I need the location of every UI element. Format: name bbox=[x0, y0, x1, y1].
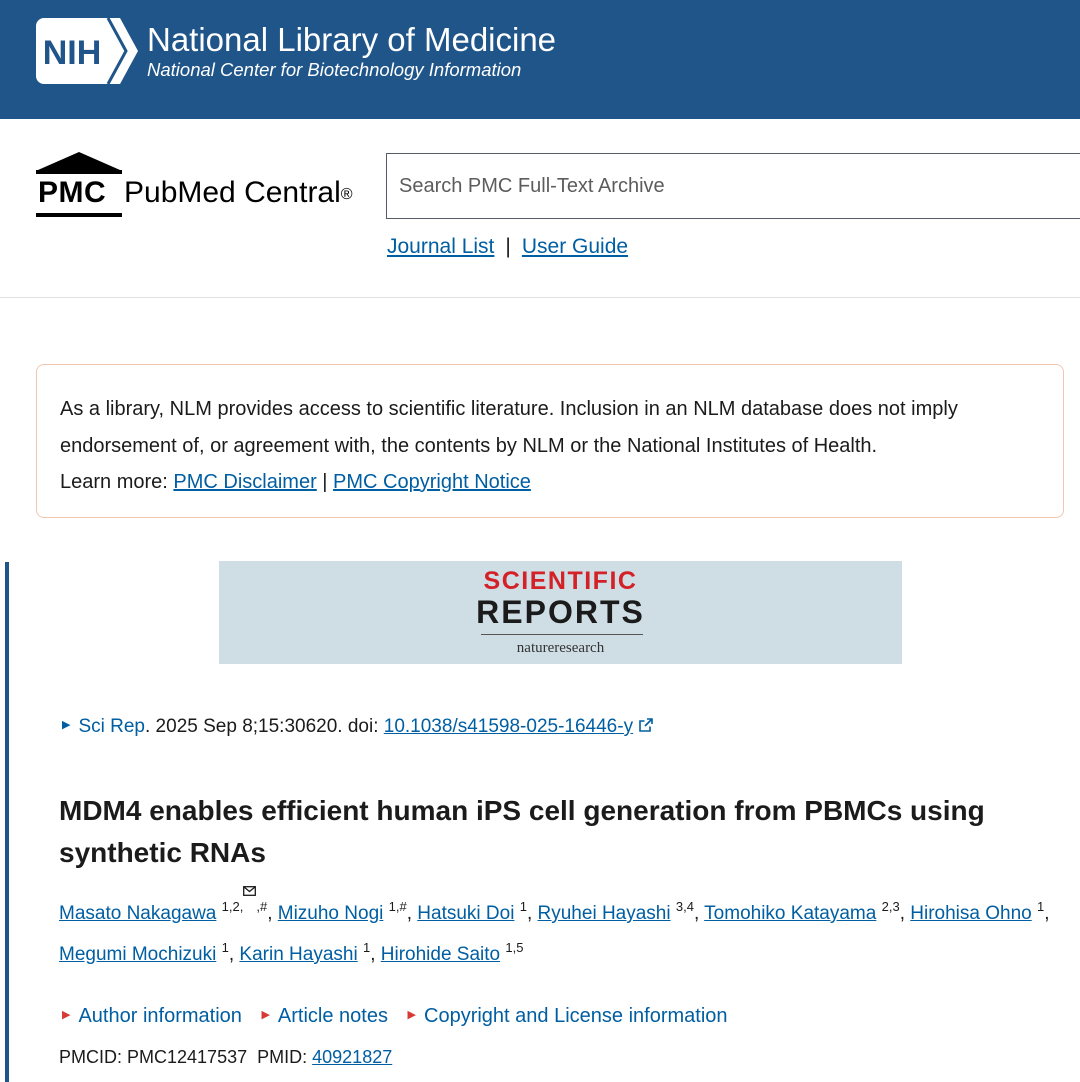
affiliation-numbers: 1,# bbox=[388, 898, 407, 914]
author-link[interactable]: Karin Hayashi bbox=[239, 944, 357, 965]
pmc-copyright-link[interactable]: PMC Copyright Notice bbox=[333, 471, 531, 493]
author-link[interactable]: Tomohiko Katayama bbox=[704, 903, 876, 924]
citation: ▶ Sci Rep. 2025 Sep 8;15:30620. doi: 10.1… bbox=[62, 714, 653, 740]
author-affiliation-sup: 2,3 bbox=[882, 899, 900, 914]
author-affiliation-sup: 1,5 bbox=[505, 940, 523, 955]
copyright-triangle-icon: ▶ bbox=[407, 1008, 417, 1021]
disclaimer-box: As a library, NLM provides access to sci… bbox=[36, 364, 1064, 518]
article-ids: PMCID: PMC12417537 PMID: 40921827 bbox=[59, 1045, 392, 1069]
author-separator: , bbox=[526, 903, 538, 924]
copyright-license-toggle[interactable]: Copyright and License information bbox=[424, 1005, 728, 1027]
nih-logo-text: NIH bbox=[43, 34, 102, 72]
article-title: MDM4 enables efficient human iPS cell ge… bbox=[59, 795, 985, 868]
author-affiliation-sup: 1,# bbox=[389, 899, 407, 914]
author-link[interactable]: Mizuho Nogi bbox=[278, 903, 384, 924]
author-link[interactable]: Megumi Mochizuki bbox=[59, 944, 216, 965]
author-separator: , bbox=[370, 944, 381, 965]
disclaimer-learn-more: Learn more: PMC Disclaimer | PMC Copyrig… bbox=[60, 464, 1063, 501]
affiliation-numbers: 1,5 bbox=[505, 939, 524, 955]
affiliation-numbers: 1,2, bbox=[221, 898, 244, 914]
pmcid-value: PMC12417537 bbox=[127, 1047, 248, 1067]
registered-mark: ® bbox=[340, 186, 353, 203]
article-accent-bar bbox=[5, 562, 9, 1082]
journal-banner-line1: SCIENTIFIC bbox=[483, 567, 638, 595]
article-notes-toggle[interactable]: Article notes bbox=[278, 1005, 388, 1027]
pmc-name-text: PubMed Central bbox=[124, 176, 341, 209]
journal-banner-publisher: natureresearch bbox=[516, 640, 605, 656]
author-affiliation-sup: 3,4 bbox=[676, 899, 694, 914]
author-separator: , bbox=[1044, 903, 1050, 924]
affiliation-numbers: 1 bbox=[519, 898, 527, 914]
nih-logo: NIH bbox=[36, 18, 138, 84]
journal-banner-line2: REPORTS bbox=[476, 594, 645, 630]
learn-more-separator: | bbox=[316, 471, 334, 493]
header-links-separator: | bbox=[505, 235, 511, 258]
author-affiliation-sup: 1 bbox=[520, 899, 527, 914]
affiliation-numbers: 2,3 bbox=[881, 898, 900, 914]
author-list: Masato Nakagawa 1,2, ,#, Mizuho Nogi 1,#,… bbox=[59, 885, 1059, 975]
affiliation-numbers: 1 bbox=[221, 939, 229, 955]
pmc-abbr: PMC bbox=[38, 176, 107, 209]
nih-banner: NIH National Library of Medicine Nationa… bbox=[0, 0, 1080, 119]
author-link[interactable]: Hirohisa Ohno bbox=[910, 903, 1031, 924]
author-separator: , bbox=[267, 903, 278, 924]
author-link[interactable]: Ryuhei Hayashi bbox=[538, 903, 671, 924]
author-separator: , bbox=[693, 903, 705, 924]
affiliation-marker: ,# bbox=[256, 898, 268, 914]
citation-details: . 2025 Sep 8;15:30620. doi: bbox=[145, 716, 384, 738]
author-separator: , bbox=[406, 903, 418, 924]
disclaimer-line-2: endorsement of, or agreement with, the c… bbox=[60, 434, 878, 457]
journal-banner-divider bbox=[481, 634, 643, 635]
author-link[interactable]: Hatsuki Doi bbox=[417, 903, 514, 924]
pmcid-label: PMCID: bbox=[59, 1047, 128, 1067]
nih-subtitle: National Center for Biotechnology Inform… bbox=[147, 59, 522, 80]
journal-name-button[interactable]: Sci Rep bbox=[78, 716, 145, 737]
author-affiliation-sup: 1 bbox=[222, 940, 229, 955]
learn-more-label: Learn more: bbox=[60, 471, 174, 493]
pmid-label: PMID: bbox=[257, 1047, 313, 1067]
search-box bbox=[386, 153, 1080, 219]
author-info-triangle-icon: ▶ bbox=[62, 1008, 71, 1021]
external-link-icon[interactable] bbox=[639, 718, 653, 732]
disclaimer-line-1: As a library, NLM provides access to sci… bbox=[60, 398, 958, 420]
header-links: Journal List | User Guide bbox=[387, 233, 628, 261]
doi-link[interactable]: 10.1038/s41598-025-16446-y bbox=[384, 716, 633, 737]
author-information-toggle[interactable]: Author information bbox=[78, 1005, 241, 1027]
affiliation-numbers: 3,4 bbox=[675, 898, 694, 914]
author-affiliation-sup: 1,2, ,# bbox=[221, 885, 268, 914]
affiliation-numbers: 1 bbox=[1036, 898, 1045, 914]
journal-banner[interactable]: SCIENTIFIC REPORTS natureresearch bbox=[219, 561, 902, 664]
author-affiliation-sup: 1 bbox=[1037, 899, 1044, 914]
author-separator: , bbox=[899, 903, 911, 924]
header-divider bbox=[0, 297, 1080, 298]
pmc-logo[interactable]: PMC PubMed Central® bbox=[36, 152, 366, 222]
mail-icon[interactable] bbox=[243, 885, 257, 896]
expand-triangle-icon[interactable]: ▶ bbox=[62, 712, 70, 738]
affiliation-numbers: 1 bbox=[362, 939, 371, 955]
pmc-disclaimer-link[interactable]: PMC Disclaimer bbox=[173, 471, 316, 493]
user-guide-link[interactable]: User Guide bbox=[522, 235, 628, 258]
search-input[interactable] bbox=[387, 154, 1080, 218]
journal-list-link[interactable]: Journal List bbox=[387, 235, 494, 258]
author-affiliation-sup: 1 bbox=[363, 940, 370, 955]
nih-title[interactable]: National Library of Medicine bbox=[147, 20, 556, 60]
pmc-name: PubMed Central® bbox=[124, 176, 353, 210]
author-separator: , bbox=[228, 944, 240, 965]
article-meta-links: ▶ Author information ▶ Article notes ▶ Copy… bbox=[62, 1003, 742, 1030]
author-link[interactable]: Hirohide Saito bbox=[381, 944, 500, 965]
author-link[interactable]: Masato Nakagawa bbox=[59, 903, 216, 924]
article-notes-triangle-icon: ▶ bbox=[261, 1008, 270, 1021]
pmid-link[interactable]: 40921827 bbox=[312, 1047, 392, 1067]
